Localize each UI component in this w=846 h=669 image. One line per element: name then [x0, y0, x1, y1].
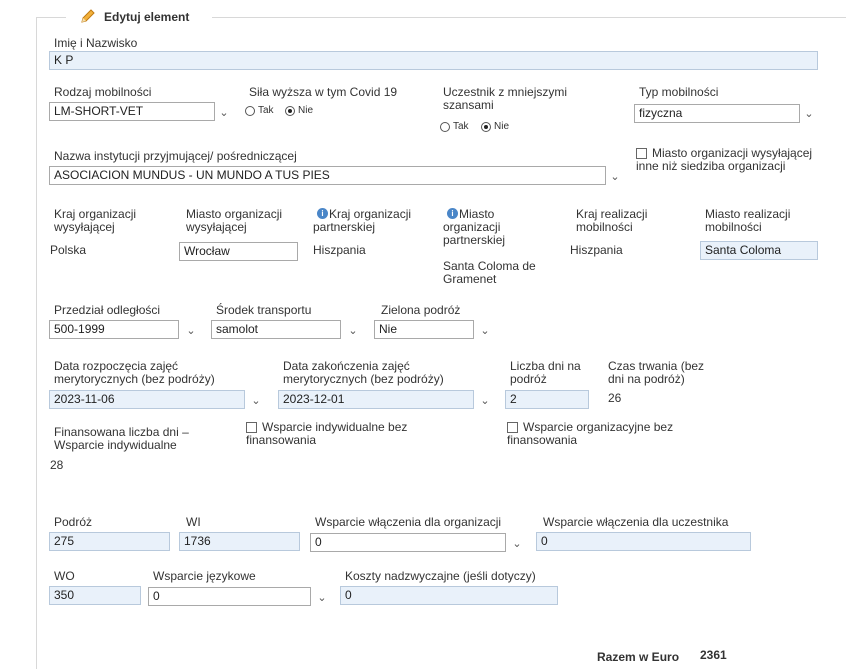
transport-select[interactable]: samolot [211, 320, 341, 339]
mobility-country-label: Kraj realizacji mobilności [576, 207, 648, 234]
language-support-label: Wsparcie językowe [153, 569, 256, 583]
fieldset-left-line [36, 17, 37, 669]
host-institution-select[interactable]: ASOCIACION MUNDUS - UN MUNDO A TUS PIES [49, 166, 606, 185]
fewer-opportunities-no-label: Nie [494, 121, 510, 132]
partner-country-label: Kraj organizacji partnerskiej [313, 207, 412, 234]
chevron-down-icon[interactable]: ⌄ [250, 396, 262, 407]
mobility-country-value: Hiszpania [570, 243, 623, 257]
funded-days-value: 28 [50, 458, 64, 472]
language-support-select[interactable]: 0 [148, 587, 311, 606]
exceptional-costs-input[interactable]: 0 [340, 586, 558, 605]
full-name-input[interactable]: K P [49, 51, 818, 70]
distance-label: Przedział odległości [54, 303, 161, 317]
wo-input[interactable]: 350 [49, 586, 141, 605]
mobility-kind-label: Typ mobilności [639, 85, 719, 99]
force-majeure-no-radio[interactable] [285, 106, 295, 116]
duration-value: 26 [608, 391, 622, 405]
partner-city-label: Miasto organizacji partnerskiej [443, 207, 506, 247]
force-majeure-label: Siła wyższa w tym Covid 19 [249, 85, 398, 99]
org-no-funding-label: Wsparcie organizacyjne bez finansowania [507, 420, 674, 447]
force-majeure-no-label: Nie [298, 105, 314, 116]
inclusion-participant-label: Wsparcie włączenia dla uczestnika [543, 515, 729, 529]
sending-city-input[interactable]: Wrocław [179, 242, 298, 261]
chevron-down-icon[interactable]: ⌄ [479, 396, 491, 407]
chevron-down-icon[interactable]: ⌄ [609, 172, 621, 183]
chevron-down-icon[interactable]: ⌄ [347, 326, 359, 337]
mobility-city-input[interactable]: Santa Coloma [700, 241, 818, 260]
duration-label: Czas trwania (bez dni na podróż) [608, 359, 705, 386]
chevron-down-icon[interactable]: ⌄ [803, 109, 815, 120]
force-majeure-yes-radio[interactable] [245, 106, 255, 116]
travel-days-input[interactable]: 2 [505, 390, 589, 409]
mobility-type-select[interactable]: LM-SHORT-VET [49, 102, 215, 121]
wi-label: WI [186, 515, 201, 529]
distance-select[interactable]: 500-1999 [49, 320, 179, 339]
fewer-opportunities-no-radio[interactable] [481, 122, 491, 132]
fewer-opportunities-label: Uczestnik z mniejszymi szansami [443, 85, 568, 112]
start-date-input[interactable]: 2023-11-06 [49, 390, 245, 409]
fieldset-top-line-left [36, 17, 66, 18]
transport-label: Środek transportu [216, 303, 312, 317]
mobility-city-label: Miasto realizacji mobilności [705, 207, 791, 234]
total-value: 2361 [700, 648, 727, 662]
mobility-type-label: Rodzaj mobilności [54, 85, 152, 99]
travel-label: Podróż [54, 515, 93, 529]
page-title: Edytuj element [104, 10, 190, 24]
end-date-label: Data zakończenia zajęć merytorycznych (b… [283, 359, 444, 386]
funded-days-label: Finansowana liczba dni – Wsparcie indywi… [54, 425, 189, 452]
chevron-down-icon[interactable]: ⌄ [218, 108, 230, 119]
mobility-kind-select[interactable]: fizyczna [634, 104, 800, 123]
sending-country-value: Polska [50, 243, 87, 257]
chevron-down-icon[interactable]: ⌄ [511, 539, 523, 550]
force-majeure-yes-label: Tak [258, 105, 274, 116]
host-institution-label: Nazwa instytucji przyjmującej/ pośrednic… [54, 149, 297, 163]
travel-input[interactable]: 275 [49, 532, 170, 551]
exceptional-costs-label: Koszty nadzwyczajne (jeśli dotyczy) [345, 569, 536, 583]
pencil-icon [80, 8, 96, 24]
chevron-down-icon[interactable]: ⌄ [185, 326, 197, 337]
partner-city-value: Santa Coloma de Gramenet [443, 259, 536, 286]
partner-country-value: Hiszpania [313, 243, 366, 257]
wo-label: WO [54, 569, 75, 583]
travel-days-label: Liczba dni na podróż [510, 359, 581, 386]
end-date-input[interactable]: 2023-12-01 [278, 390, 474, 409]
green-travel-label: Zielona podróż [381, 303, 461, 317]
inclusion-org-select[interactable]: 0 [310, 533, 506, 552]
inclusion-participant-input[interactable]: 0 [536, 532, 751, 551]
fewer-opportunities-yes-radio[interactable] [440, 122, 450, 132]
inclusion-org-label: Wsparcie włączenia dla organizacji [315, 515, 502, 529]
fieldset-top-line-right [212, 17, 846, 18]
individual-no-funding-label: Wsparcie indywidualne bez finansowania [246, 420, 408, 447]
chevron-down-icon[interactable]: ⌄ [479, 326, 491, 337]
sending-city-label: Miasto organizacji wysyłającej [186, 207, 283, 234]
city-other-label: Miasto organizacji wysyłającej inne niż … [636, 146, 813, 173]
green-travel-select[interactable]: Nie [374, 320, 474, 339]
chevron-down-icon[interactable]: ⌄ [316, 593, 328, 604]
full-name-label: Imię i Nazwisko [54, 36, 138, 50]
start-date-label: Data rozpoczęcia zajęć merytorycznych (b… [54, 359, 215, 386]
total-label: Razem w Euro [597, 650, 680, 664]
wi-input[interactable]: 1736 [179, 532, 300, 551]
sending-country-label: Kraj organizacji wysyłającej [54, 207, 137, 234]
fewer-opportunities-yes-label: Tak [453, 121, 469, 132]
